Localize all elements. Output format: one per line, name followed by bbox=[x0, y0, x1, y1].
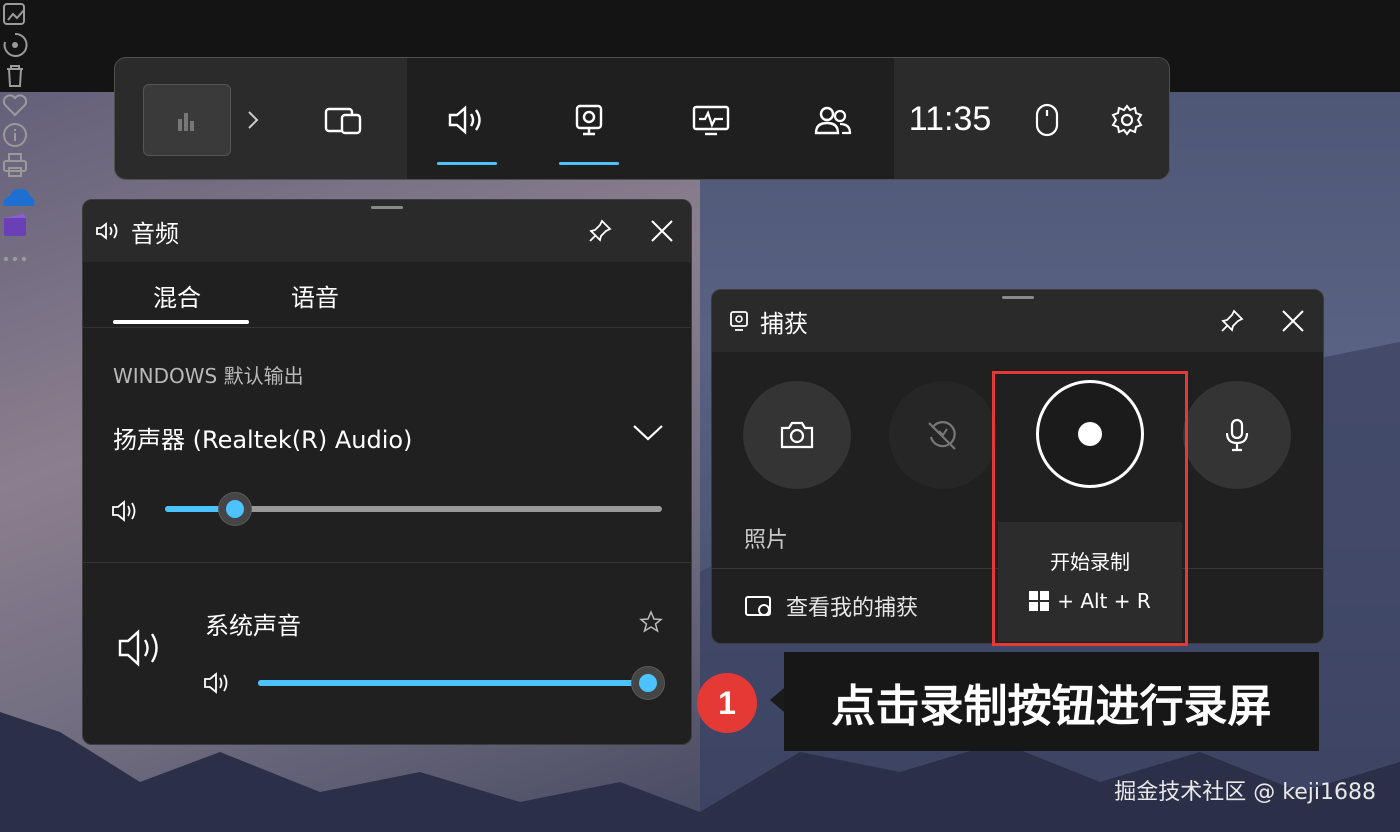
widget-menu-icon[interactable] bbox=[303, 58, 383, 179]
record-last-30s-button[interactable] bbox=[889, 381, 997, 489]
master-volume-icon[interactable] bbox=[111, 498, 141, 524]
edit-image-icon[interactable] bbox=[0, 0, 1400, 30]
favorite-star-icon[interactable] bbox=[639, 610, 663, 634]
step-number-badge: 1 bbox=[697, 673, 757, 733]
screenshot-button[interactable] bbox=[743, 381, 851, 489]
audio-panel-title: 音频 bbox=[131, 220, 179, 248]
app-volume-fill bbox=[258, 680, 648, 686]
instruction-callout: 点击录制按钮进行录屏 bbox=[784, 652, 1319, 751]
gamebar-clock: 11:35 bbox=[908, 99, 992, 138]
output-device-select[interactable]: 扬声器 (Realtek(R) Audio) bbox=[113, 420, 412, 455]
close-icon[interactable] bbox=[647, 216, 677, 246]
system-sounds-icon bbox=[117, 626, 167, 670]
callout-pointer bbox=[770, 688, 784, 712]
audio-widget-button[interactable] bbox=[427, 58, 507, 179]
chevron-right-icon[interactable] bbox=[223, 58, 283, 179]
app-volume-slider[interactable] bbox=[258, 680, 648, 686]
capture-panel-header[interactable]: 捕获 bbox=[712, 290, 1323, 352]
drag-handle[interactable] bbox=[371, 206, 403, 209]
audio-tabs: 混合 语音 bbox=[83, 262, 691, 328]
rewind-disabled-icon bbox=[928, 421, 956, 450]
divider bbox=[83, 562, 691, 563]
app-name-system-sounds: 系统声音 bbox=[205, 612, 301, 640]
pin-icon[interactable] bbox=[1217, 306, 1247, 336]
audio-widget-panel: 音频 混合 语音 WINDOWS 默认输出 扬声器 (Realtek(R) Au… bbox=[82, 199, 692, 745]
watermark: 掘金技术社区 @ keji1688 bbox=[1114, 780, 1376, 805]
gallery-icon bbox=[745, 596, 771, 616]
capture-icon bbox=[575, 104, 603, 135]
rotate-icon[interactable] bbox=[0, 30, 1400, 60]
audio-icon bbox=[448, 104, 481, 135]
default-output-label: WINDOWS 默认输出 bbox=[113, 364, 304, 388]
drag-handle[interactable] bbox=[1001, 296, 1034, 299]
tab-voice[interactable]: 语音 bbox=[291, 278, 339, 313]
performance-widget-button[interactable] bbox=[671, 58, 751, 179]
audio-active-indicator bbox=[437, 162, 497, 165]
chevron-down-icon[interactable] bbox=[631, 420, 665, 444]
capture-widget-button[interactable] bbox=[549, 58, 629, 179]
capture-small-icon bbox=[724, 306, 754, 336]
microphone-button[interactable] bbox=[1183, 381, 1291, 489]
app-volume-thumb[interactable] bbox=[631, 666, 665, 700]
microphone-icon bbox=[1225, 418, 1249, 452]
view-my-captures-label: 查看我的捕获 bbox=[786, 596, 919, 621]
screenshot-label: 照片 bbox=[744, 528, 789, 553]
speaker-icon bbox=[93, 216, 123, 246]
app-volume-icon[interactable] bbox=[203, 670, 233, 696]
performance-icon bbox=[692, 105, 730, 135]
capture-active-indicator bbox=[559, 162, 619, 165]
settings-gear-icon[interactable] bbox=[1087, 58, 1167, 179]
close-icon[interactable] bbox=[1278, 306, 1308, 336]
social-icon bbox=[814, 106, 852, 134]
audio-panel-header[interactable]: 音频 bbox=[83, 200, 691, 262]
view-my-captures-link[interactable]: 查看我的捕获 bbox=[744, 590, 918, 622]
social-widget-button[interactable] bbox=[793, 58, 873, 179]
record-button-highlight-box bbox=[992, 371, 1188, 646]
mouse-icon[interactable] bbox=[1007, 58, 1087, 179]
camera-icon bbox=[780, 421, 814, 449]
active-tab-indicator bbox=[113, 320, 249, 324]
pin-icon[interactable] bbox=[585, 216, 615, 246]
tab-mix[interactable]: 混合 bbox=[153, 278, 201, 313]
game-thumbnail[interactable] bbox=[143, 84, 231, 156]
capture-panel-title: 捕获 bbox=[760, 310, 808, 338]
xbox-game-bar: 11:35 bbox=[114, 57, 1170, 180]
master-volume-thumb[interactable] bbox=[218, 492, 252, 526]
